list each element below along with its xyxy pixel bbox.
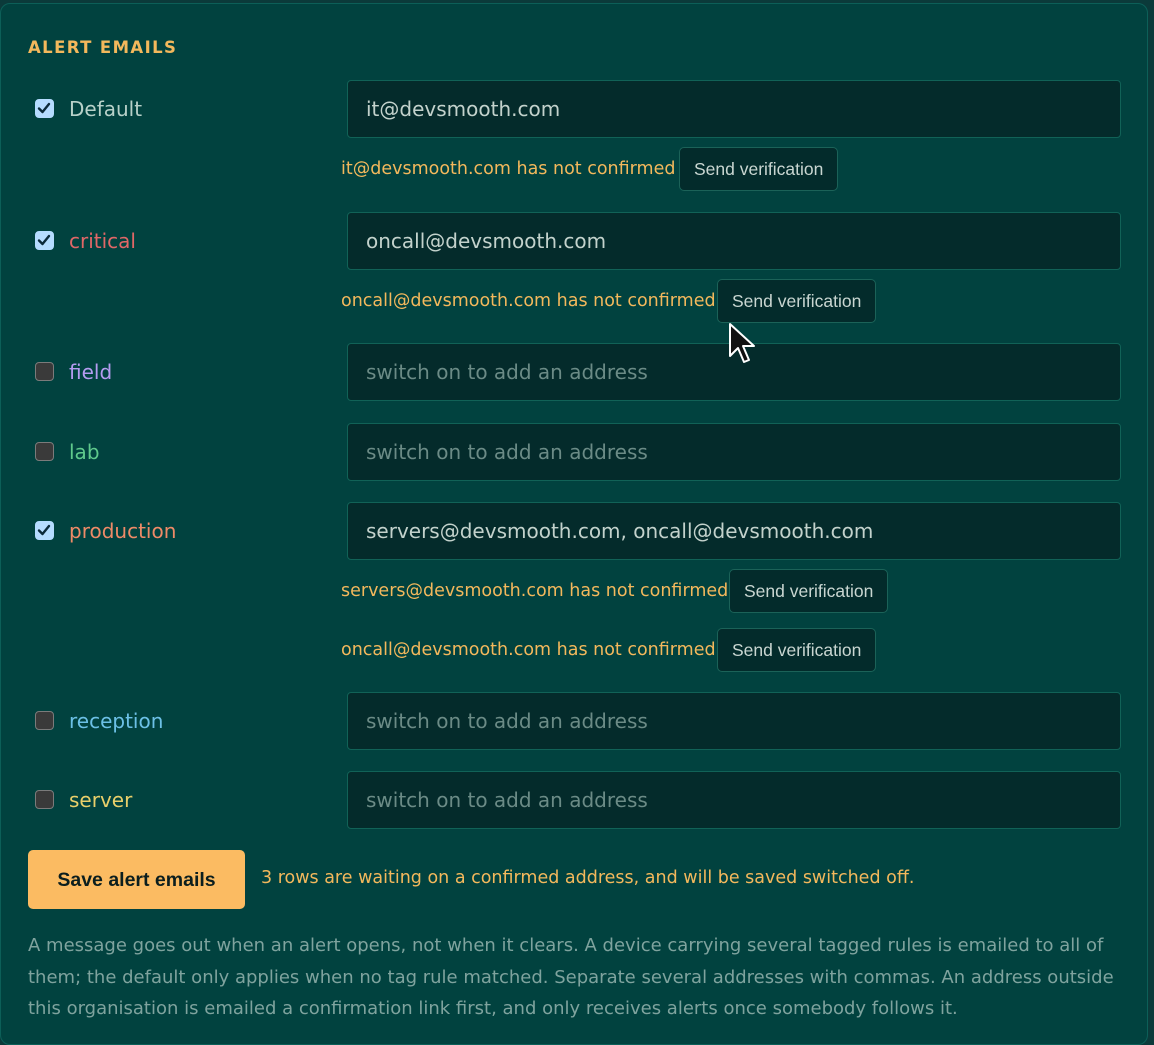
row-label: Default — [69, 97, 143, 121]
checkbox-default[interactable] — [35, 99, 54, 118]
row-label: reception — [69, 709, 164, 733]
row-label: production — [69, 519, 177, 543]
help-text: A message goes out when an alert opens, … — [28, 935, 1114, 1019]
email-input-critical[interactable]: oncall@devsmooth.com — [347, 212, 1121, 270]
unconfirmed-warning: it@devsmooth.com has not confirmed — [341, 159, 676, 179]
row-label: critical — [69, 229, 136, 253]
checkmark-icon — [37, 234, 51, 246]
email-input-default[interactable]: it@devsmooth.com — [347, 80, 1121, 138]
checkbox-field[interactable] — [35, 362, 54, 381]
save-alert-emails-button[interactable]: Save alert emails — [28, 850, 245, 909]
unconfirmed-warning: oncall@devsmooth.com has not confirmed — [341, 640, 716, 660]
save-note: 3 rows are waiting on a confirmed addres… — [261, 868, 915, 888]
checkbox-lab[interactable] — [35, 442, 54, 461]
unconfirmed-warning: servers@devsmooth.com has not confirmed — [341, 581, 729, 601]
row-label: server — [69, 788, 133, 812]
mouse-pointer-icon — [728, 322, 758, 368]
unconfirmed-warning: oncall@devsmooth.com has not confirmed — [341, 291, 716, 311]
checkbox-reception[interactable] — [35, 711, 54, 730]
checkmark-icon — [37, 524, 51, 536]
checkbox-server[interactable] — [35, 790, 54, 809]
row-label: field — [69, 360, 113, 384]
email-input-server[interactable]: switch on to add an address — [347, 771, 1121, 829]
checkbox-production[interactable] — [35, 521, 54, 540]
checkmark-icon — [37, 102, 51, 114]
send-verification-button[interactable]: Send verification — [729, 569, 889, 613]
alert-emails-panel: ALERT EMAILS Default it@devsmooth.com it@d… — [0, 3, 1148, 1045]
checkbox-critical[interactable] — [35, 231, 54, 250]
send-verification-button[interactable]: Send verification — [679, 147, 839, 191]
row-label: lab — [69, 440, 100, 464]
email-input-reception[interactable]: switch on to add an address — [347, 692, 1121, 750]
email-input-production[interactable]: servers@devsmooth.com, oncall@devsmooth.… — [347, 502, 1121, 560]
section-title: ALERT EMAILS — [28, 38, 178, 57]
send-verification-button[interactable]: Send verification — [717, 628, 877, 672]
email-input-lab[interactable]: switch on to add an address — [347, 423, 1121, 481]
send-verification-button[interactable]: Send verification — [717, 279, 877, 323]
